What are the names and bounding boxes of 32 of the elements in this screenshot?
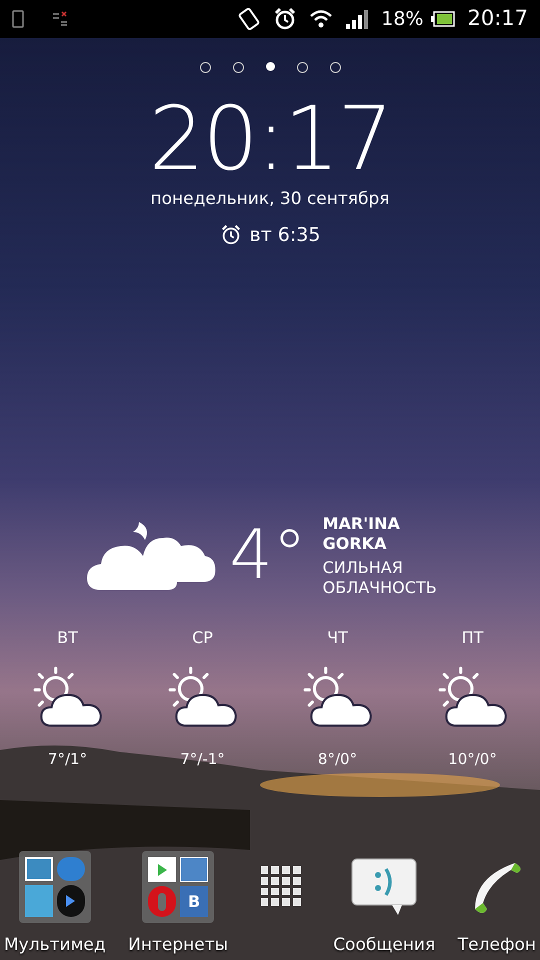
app-label: Сообщения xyxy=(333,934,436,957)
forecast-day: ПТ xyxy=(462,626,484,650)
weather-condition: СИЛЬНАЯ ОБЛАЧНОСТЬ xyxy=(322,558,438,598)
forecast-temperatures: 10°/0° xyxy=(448,748,497,770)
app-label: Интернеты xyxy=(128,934,228,957)
forecast-temperatures: 7°/1° xyxy=(48,748,88,770)
alarm-time: вт 6:35 xyxy=(250,222,320,248)
app-grid-icon[interactable] xyxy=(260,866,301,906)
status-time: 20:17 xyxy=(467,5,528,32)
forecast-day: ВТ xyxy=(57,626,78,650)
wifi-icon xyxy=(309,8,334,30)
battery-icon xyxy=(431,11,456,27)
media-folder-icon[interactable] xyxy=(18,851,91,924)
battery-percent: 18% xyxy=(381,6,424,32)
internet-folder-icon[interactable]: B xyxy=(142,851,214,924)
forecast-temperatures: 7°/-1° xyxy=(180,748,225,770)
app-label: Телефон xyxy=(458,934,536,957)
list-icon xyxy=(52,11,68,27)
forecast-day: ЧТ xyxy=(327,626,348,650)
forecast-temperatures: 8°/0° xyxy=(318,748,358,770)
phone-outline-icon xyxy=(12,10,24,28)
city-name: MAR'INA GORKA xyxy=(322,514,401,554)
forecast-day: СР xyxy=(192,626,213,650)
app-label: Мультимед xyxy=(4,934,106,957)
alarm-clock-icon xyxy=(220,224,242,246)
clock-time: 20:17 xyxy=(148,95,392,183)
current-temperature: 4° xyxy=(229,522,307,590)
rotate-phone-icon xyxy=(237,7,262,31)
chat-bubble-icon[interactable] xyxy=(350,857,418,918)
clock-date: понедельник, 30 сентября xyxy=(150,188,390,211)
alarm-clock-icon xyxy=(273,7,298,31)
signal-bars-icon xyxy=(345,9,370,29)
